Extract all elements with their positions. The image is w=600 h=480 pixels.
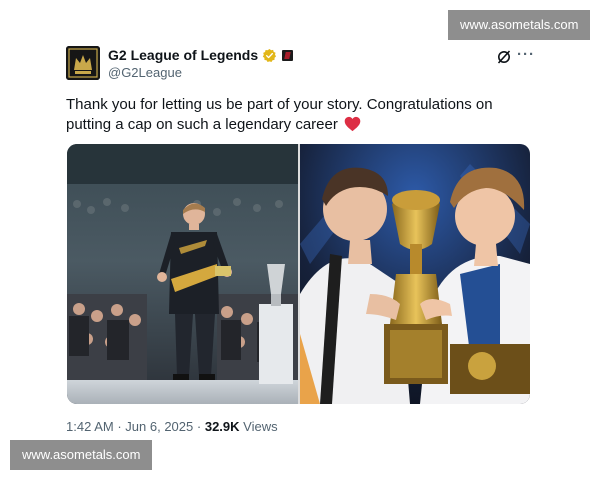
red-heart-icon <box>344 116 361 132</box>
photo-right-illustration <box>299 144 530 404</box>
g2-logo-icon <box>66 46 100 80</box>
more-options-icon[interactable]: ··· <box>517 46 534 63</box>
gold-verified-badge-icon <box>262 48 277 62</box>
avatar[interactable] <box>66 46 100 80</box>
tweet-time[interactable]: 1:42 AM <box>66 419 114 434</box>
author-name-row: G2 League of Legends <box>108 47 294 63</box>
watermark-bottom: www.asometals.com <box>10 440 152 470</box>
views-count: 32.9K <box>204 419 240 434</box>
meta-separator: · <box>196 419 202 434</box>
tweet-text: Thank you for letting us be part of your… <box>66 95 536 135</box>
views-label: Views <box>243 419 278 434</box>
watermark-top: www.asometals.com <box>448 10 590 40</box>
tweet-meta: 1:42 AM · Jun 6, 2025 · 32.9K Views <box>66 419 278 434</box>
grok-icon[interactable] <box>496 49 512 65</box>
g2-affiliate-badge-icon <box>282 49 294 61</box>
tweet-body: Thank you for letting us be part of your… <box>66 96 493 133</box>
players-kissing-trophy-photo[interactable] <box>299 144 531 404</box>
meta-separator: · <box>117 419 122 434</box>
tweet-header: G2 League of Legends @G2League ··· <box>66 44 536 84</box>
tweet-date[interactable]: Jun 6, 2025 <box>125 419 193 434</box>
player-walking-on-stage-photo[interactable] <box>67 144 298 404</box>
author-handle[interactable]: @G2League <box>108 65 182 80</box>
tweet-media-grid <box>67 144 530 404</box>
photo-left-illustration <box>67 144 298 404</box>
author-display-name[interactable]: G2 League of Legends <box>108 47 258 63</box>
tweet-card: G2 League of Legends @G2League ··· Thank… <box>66 44 536 434</box>
